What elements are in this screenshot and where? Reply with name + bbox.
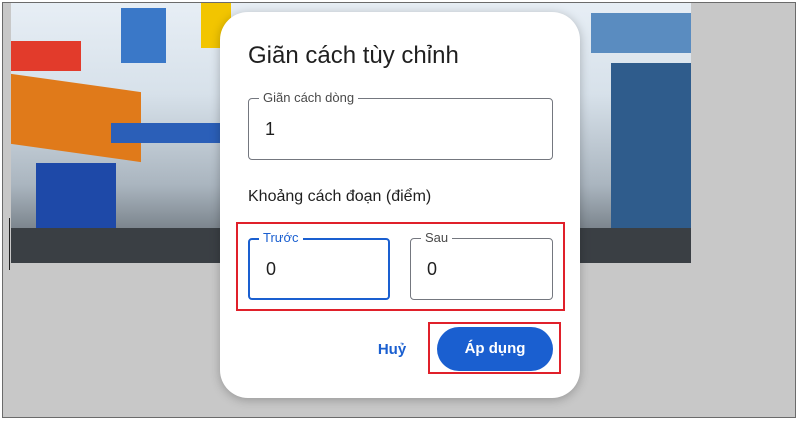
after-input[interactable] <box>427 239 542 299</box>
text-cursor <box>9 218 10 270</box>
custom-spacing-dialog: Giãn cách tùy chỉnh Giãn cách dòng Khoản… <box>220 12 580 398</box>
photo-right-top <box>591 13 691 53</box>
dialog-title: Giãn cách tùy chỉnh <box>248 42 459 69</box>
photo-banner-light <box>121 8 166 63</box>
paragraph-spacing-label: Khoảng cách đoạn (điểm) <box>248 188 432 205</box>
photo-right-panel <box>611 63 691 253</box>
before-input[interactable] <box>266 240 378 298</box>
photo-sign-yellow <box>11 41 81 71</box>
line-spacing-field[interactable]: Giãn cách dòng <box>248 90 553 160</box>
apply-button[interactable]: Áp dụng <box>437 327 553 371</box>
before-field[interactable]: Trước <box>248 230 390 300</box>
cancel-button[interactable]: Huỷ <box>372 337 412 363</box>
line-spacing-input[interactable] <box>265 99 542 159</box>
photo-awning <box>11 73 141 163</box>
after-field[interactable]: Sau <box>410 230 553 300</box>
photo-store-blue <box>111 123 231 143</box>
